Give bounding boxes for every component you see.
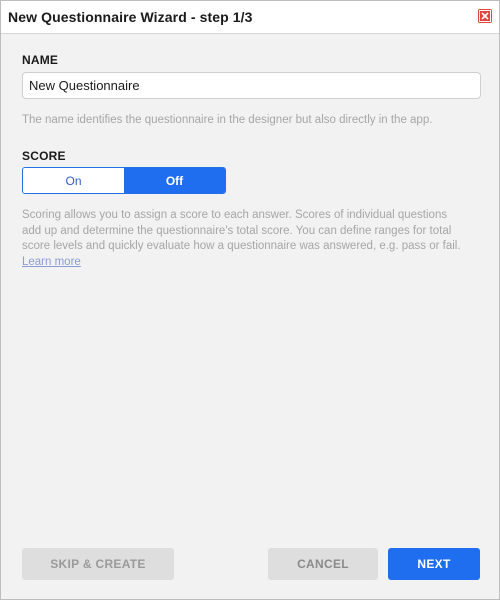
score-toggle: On Off [22, 167, 226, 194]
name-input[interactable] [22, 72, 481, 99]
cancel-button[interactable]: CANCEL [268, 548, 378, 580]
name-help-text: The name identifies the questionnaire in… [22, 114, 433, 126]
skip-and-create-button[interactable]: SKIP & CREATE [22, 548, 174, 580]
name-label: NAME [22, 53, 59, 67]
score-off-option[interactable]: Off [124, 168, 225, 193]
close-icon [479, 10, 491, 22]
wizard-dialog: New Questionnaire Wizard - step 1/3 NAME… [0, 0, 500, 600]
title-bar: New Questionnaire Wizard - step 1/3 [1, 1, 499, 34]
score-help-body: Scoring allows you to assign a score to … [22, 209, 461, 253]
score-on-option[interactable]: On [23, 168, 124, 193]
learn-more-link[interactable]: Learn more [22, 256, 81, 268]
close-button[interactable] [478, 9, 492, 23]
score-help-text: Scoring allows you to assign a score to … [22, 208, 462, 270]
next-button[interactable]: NEXT [388, 548, 480, 580]
score-label: SCORE [22, 149, 66, 163]
window-title: New Questionnaire Wizard - step 1/3 [8, 9, 253, 25]
